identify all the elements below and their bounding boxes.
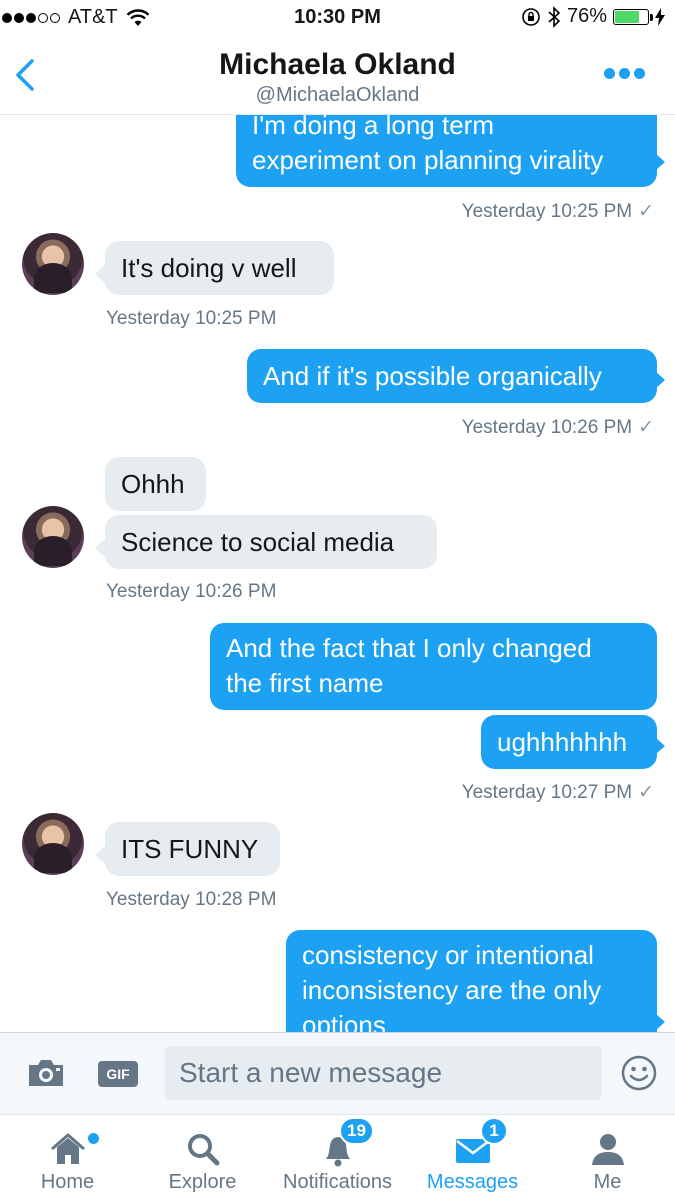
home-icon bbox=[50, 1133, 85, 1164]
message-text-line: And if it's possible organically bbox=[263, 361, 602, 391]
bubble-tail bbox=[655, 371, 665, 389]
messages-badge: 1 bbox=[480, 1117, 508, 1145]
message-timestamp: Yesterday 10:27 PM ✓ bbox=[461, 782, 654, 803]
outgoing-message-bubble[interactable]: I'm doing a long term experiment on plan… bbox=[236, 115, 657, 187]
message-text-line: options bbox=[302, 1010, 386, 1032]
tab-label: Notifications bbox=[283, 1171, 392, 1193]
read-check-icon: ✓ bbox=[638, 417, 654, 438]
tab-notifications[interactable]: 19 Notifications bbox=[270, 1115, 405, 1201]
message-timestamp: Yesterday 10:28 PM bbox=[106, 889, 277, 910]
outgoing-message-bubble[interactable]: And if it's possible organically bbox=[247, 349, 657, 403]
bubble-tail bbox=[95, 539, 105, 557]
contact-handle: @MichaelaOkland bbox=[255, 84, 420, 106]
tab-home[interactable]: Home bbox=[0, 1115, 135, 1201]
message-timestamp: Yesterday 10:26 PM bbox=[106, 581, 277, 602]
incoming-message-bubble[interactable]: Science to social media bbox=[105, 515, 437, 569]
message-text-line: Science to social media bbox=[121, 527, 395, 557]
message-text-line: I'm doing a long term bbox=[252, 115, 494, 140]
bubble-tail bbox=[95, 846, 105, 864]
message-text-line: Ohhh bbox=[121, 469, 185, 499]
emoji-icon[interactable] bbox=[621, 1055, 657, 1091]
gif-button[interactable]: GIF bbox=[98, 1061, 138, 1087]
camera-icon[interactable] bbox=[26, 1057, 66, 1089]
contact-avatar[interactable] bbox=[22, 506, 84, 568]
tab-label: Explore bbox=[168, 1171, 237, 1193]
incoming-message-bubble[interactable]: It's doing v well bbox=[105, 241, 334, 295]
tab-label: Me bbox=[593, 1171, 622, 1193]
bubble-tail bbox=[655, 737, 665, 755]
conversation-header: Michaela Okland @MichaelaOkland bbox=[0, 36, 675, 115]
bottom-tab-bar: Home Explore 19 Notifications 1 Messages… bbox=[0, 1114, 675, 1201]
bubble-tail bbox=[655, 153, 665, 171]
message-timestamp: Yesterday 10:25 PM ✓ bbox=[461, 201, 654, 222]
message-text-line: consistency or intentional bbox=[302, 940, 594, 970]
new-activity-dot bbox=[86, 1131, 101, 1146]
contact-avatar[interactable] bbox=[22, 233, 84, 295]
orientation-lock-icon bbox=[522, 7, 540, 26]
incoming-message-bubble[interactable]: Ohhh bbox=[105, 457, 206, 511]
tab-me[interactable]: Me bbox=[540, 1115, 675, 1201]
tab-label: Messages bbox=[426, 1171, 519, 1193]
search-icon bbox=[187, 1134, 219, 1166]
notifications-badge: 19 bbox=[339, 1117, 374, 1145]
message-timestamp: Yesterday 10:26 PM ✓ bbox=[461, 417, 654, 438]
more-options-icon[interactable] bbox=[604, 68, 645, 79]
outgoing-message-bubble[interactable]: consistency or intentional inconsistency… bbox=[286, 930, 657, 1032]
status-right: 76% bbox=[521, 5, 665, 28]
message-timestamp: Yesterday 10:25 PM bbox=[106, 308, 277, 329]
tab-label: Home bbox=[40, 1171, 95, 1193]
message-text-line: experiment on planning virality bbox=[252, 145, 604, 175]
charging-icon bbox=[655, 7, 665, 26]
message-composer: GIF bbox=[0, 1032, 675, 1115]
message-text-line: And the fact that I only changed bbox=[226, 633, 592, 663]
tab-messages[interactable]: 1 Messages bbox=[405, 1115, 540, 1201]
message-input[interactable] bbox=[165, 1046, 602, 1100]
outgoing-message-bubble[interactable]: And the fact that I only changed the fir… bbox=[210, 623, 657, 710]
battery-percent: 76% bbox=[566, 5, 607, 27]
incoming-message-bubble[interactable]: ITS FUNNY bbox=[105, 822, 280, 876]
bubble-tail bbox=[95, 265, 105, 283]
read-check-icon: ✓ bbox=[638, 782, 654, 803]
message-text-line: ITS FUNNY bbox=[121, 834, 259, 864]
outgoing-message-bubble[interactable]: ughhhhhhh bbox=[481, 715, 657, 769]
message-text-line: the first name bbox=[226, 668, 384, 698]
tab-explore[interactable]: Explore bbox=[135, 1115, 270, 1201]
bluetooth-icon bbox=[548, 5, 561, 28]
message-thread[interactable]: I'm doing a long term experiment on plan… bbox=[0, 115, 675, 1032]
message-text-line: inconsistency are the only bbox=[302, 975, 602, 1005]
battery-icon bbox=[613, 8, 653, 25]
person-icon bbox=[591, 1134, 624, 1165]
contact-avatar[interactable] bbox=[22, 813, 84, 875]
bubble-tail bbox=[655, 1013, 665, 1031]
status-bar: AT&T 10:30 PM 76% bbox=[0, 0, 675, 36]
read-check-icon: ✓ bbox=[638, 201, 654, 222]
message-text-line: It's doing v well bbox=[121, 253, 297, 283]
message-text-line: ughhhhhhh bbox=[497, 727, 628, 757]
contact-name: Michaela Okland bbox=[219, 48, 456, 81]
